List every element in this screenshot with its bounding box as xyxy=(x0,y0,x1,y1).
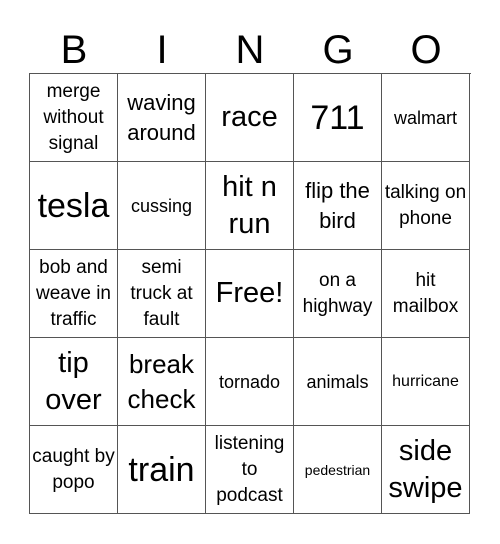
bingo-cell[interactable]: pedestrian xyxy=(294,426,382,514)
bingo-cell[interactable]: train xyxy=(118,426,206,514)
header-letter-b: B xyxy=(60,28,88,72)
bingo-cell[interactable]: merge without signal xyxy=(30,74,118,162)
bingo-cell[interactable]: tip over xyxy=(30,338,118,426)
header-letter-n: N xyxy=(235,28,265,72)
bingo-cell[interactable]: waving around xyxy=(118,74,206,162)
cell-text: listening to podcast xyxy=(214,432,285,506)
cell-text: tip over xyxy=(45,346,102,416)
bingo-cell[interactable]: on a highway xyxy=(294,250,382,338)
cell-text: hit n run xyxy=(222,170,277,240)
cell-text: tornado xyxy=(218,371,281,392)
bingo-cell[interactable]: hit n run xyxy=(206,162,294,250)
bingo-cell[interactable]: flip the bird xyxy=(294,162,382,250)
bingo-grid: merge without signal waving around race … xyxy=(29,73,471,514)
cell-text: waving around xyxy=(127,89,196,145)
cell-text: caught by popo xyxy=(32,445,115,493)
bingo-cell[interactable]: tesla xyxy=(30,162,118,250)
header-letter-o: O xyxy=(410,28,442,72)
bingo-cell[interactable]: 711 xyxy=(294,74,382,162)
bingo-cell[interactable]: race xyxy=(206,74,294,162)
bingo-cell[interactable]: side swipe xyxy=(382,426,470,514)
bingo-header: B I N G O xyxy=(30,28,470,73)
bingo-cell[interactable]: listening to podcast xyxy=(206,426,294,514)
bingo-cell[interactable]: talking on phone xyxy=(382,162,470,250)
cell-text: hurricane xyxy=(392,372,459,390)
bingo-cell[interactable]: cussing xyxy=(118,162,206,250)
cell-text: train xyxy=(128,450,195,489)
bingo-cell[interactable]: semi truck at fault xyxy=(118,250,206,338)
cell-text: pedestrian xyxy=(304,461,371,478)
bingo-cell[interactable]: walmart xyxy=(382,74,470,162)
cell-text: hit mailbox xyxy=(392,269,459,317)
cell-text: merge without signal xyxy=(43,80,104,154)
header-letter-i: I xyxy=(156,28,168,72)
bingo-cell[interactable]: caught by popo xyxy=(30,426,118,514)
cell-text: semi truck at fault xyxy=(130,256,193,330)
cell-text: on a highway xyxy=(302,269,373,317)
cell-text: 711 xyxy=(310,98,365,137)
cell-text: tesla xyxy=(37,186,110,225)
bingo-cell[interactable]: bob and weave in traffic xyxy=(30,250,118,338)
bingo-cell[interactable]: animals xyxy=(294,338,382,426)
cell-text: talking on phone xyxy=(384,181,467,229)
cell-text: side swipe xyxy=(388,434,463,504)
bingo-cell[interactable]: break check xyxy=(118,338,206,426)
cell-text: cussing xyxy=(130,195,193,216)
bingo-cell[interactable]: hurricane xyxy=(382,338,470,426)
cell-text: break check xyxy=(127,348,196,414)
cell-text: flip the bird xyxy=(305,177,370,233)
cell-text: animals xyxy=(306,371,369,392)
header-letter-g: G xyxy=(322,28,354,72)
cell-text: race xyxy=(221,101,278,133)
bingo-cell[interactable]: hit mailbox xyxy=(382,250,470,338)
free-space-cell[interactable]: Free! xyxy=(206,250,294,338)
free-space-text: Free! xyxy=(215,277,284,309)
cell-text: bob and weave in traffic xyxy=(36,256,111,330)
bingo-cell[interactable]: tornado xyxy=(206,338,294,426)
cell-text: walmart xyxy=(393,107,457,128)
